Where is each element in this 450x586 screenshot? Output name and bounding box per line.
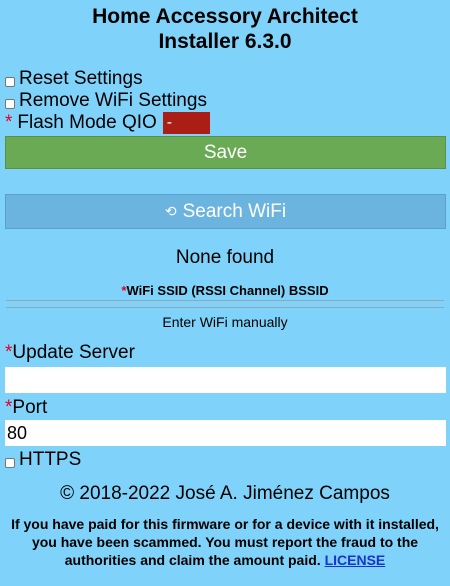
remove-wifi-checkbox[interactable]: [5, 99, 15, 109]
license-link[interactable]: LICENSE: [325, 552, 386, 568]
reset-settings-row: Reset Settings: [0, 68, 450, 90]
refresh-icon: ⟲: [164, 203, 177, 219]
flash-mode-select[interactable]: -: [162, 112, 210, 134]
https-label: HTTPS: [19, 449, 82, 470]
wifi-status: None found: [175, 247, 275, 268]
update-server-input[interactable]: [5, 367, 446, 393]
wifi-table-header: *WiFi SSID (RSSI Channel) BSSID: [121, 283, 329, 298]
enter-wifi-manually-link[interactable]: Enter WiFi manually: [0, 314, 450, 330]
https-checkbox[interactable]: [5, 458, 15, 468]
flash-mode-row: * Flash Mode QIO -: [0, 112, 450, 134]
port-input[interactable]: 80: [5, 420, 446, 446]
save-button[interactable]: Save: [5, 136, 446, 169]
divider: [6, 300, 444, 301]
remove-wifi-label: Remove WiFi Settings: [19, 90, 207, 111]
https-row: HTTPS: [0, 449, 450, 471]
copyright: © 2018-2022 José A. Jiménez Campos: [60, 483, 390, 504]
reset-settings-checkbox[interactable]: [5, 77, 15, 87]
page-title: Home Accessory Architect Installer 6.3.0: [92, 5, 358, 53]
scam-warning: If you have paid for this firmware or fo…: [11, 516, 439, 568]
flash-mode-label: Flash Mode QIO: [17, 112, 157, 133]
page-header: Home Accessory Architect Installer 6.3.0: [0, 4, 450, 54]
reset-settings-label: Reset Settings: [19, 68, 143, 89]
port-label: *Port: [5, 397, 48, 418]
remove-wifi-row: Remove WiFi Settings: [0, 90, 450, 112]
update-server-label: *Update Server: [5, 342, 135, 363]
search-wifi-button[interactable]: ⟲ Search WiFi: [5, 194, 446, 229]
required-mark: *: [5, 112, 13, 133]
search-wifi-label: Search WiFi: [182, 200, 287, 222]
divider: [6, 307, 444, 308]
